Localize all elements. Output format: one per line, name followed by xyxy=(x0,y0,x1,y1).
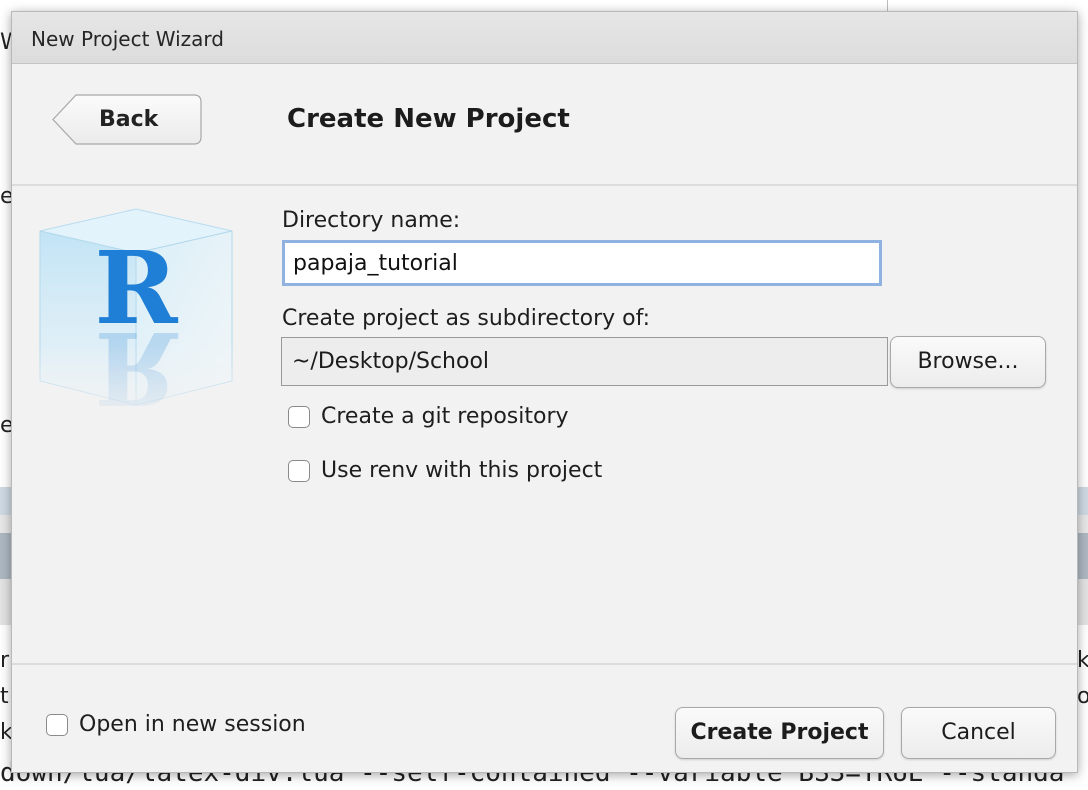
directory-name-input[interactable] xyxy=(282,240,882,286)
page-title: Create New Project xyxy=(287,104,570,134)
git-repository-checkbox-label: Create a git repository xyxy=(321,404,569,429)
footer-divider xyxy=(12,663,1077,665)
back-button-label: Back xyxy=(99,107,159,132)
browse-button[interactable]: Browse... xyxy=(890,336,1046,388)
background-text-fragment: k xyxy=(1077,648,1088,673)
open-new-session-checkbox-label: Open in new session xyxy=(79,712,306,737)
new-project-wizard-dialog: New Project Wizard Back Create New Proje… xyxy=(11,11,1078,773)
screen: W e e r t k k o down/lua/latex-div.lua -… xyxy=(0,0,1088,790)
subdirectory-label: Create project as subdirectory of: xyxy=(282,306,650,331)
parent-directory-input[interactable] xyxy=(281,337,888,386)
renv-checkbox[interactable] xyxy=(288,460,310,482)
git-repository-checkbox[interactable] xyxy=(288,406,310,428)
create-project-button[interactable]: Create Project xyxy=(675,707,884,759)
dialog-title: New Project Wizard xyxy=(31,27,224,51)
r-project-cube-icon: R R xyxy=(36,205,246,434)
header-divider xyxy=(12,184,1077,186)
background-text-fragment: o xyxy=(1077,684,1088,709)
dialog-titlebar[interactable]: New Project Wizard xyxy=(12,12,1077,64)
back-button[interactable]: Back xyxy=(52,94,202,145)
cancel-button[interactable]: Cancel xyxy=(901,707,1056,759)
open-new-session-checkbox[interactable] xyxy=(46,714,68,736)
background-text-fragment: r xyxy=(0,648,10,673)
background-text-fragment: t xyxy=(0,684,9,709)
directory-name-label: Directory name: xyxy=(282,208,461,233)
renv-checkbox-label: Use renv with this project xyxy=(321,458,603,483)
